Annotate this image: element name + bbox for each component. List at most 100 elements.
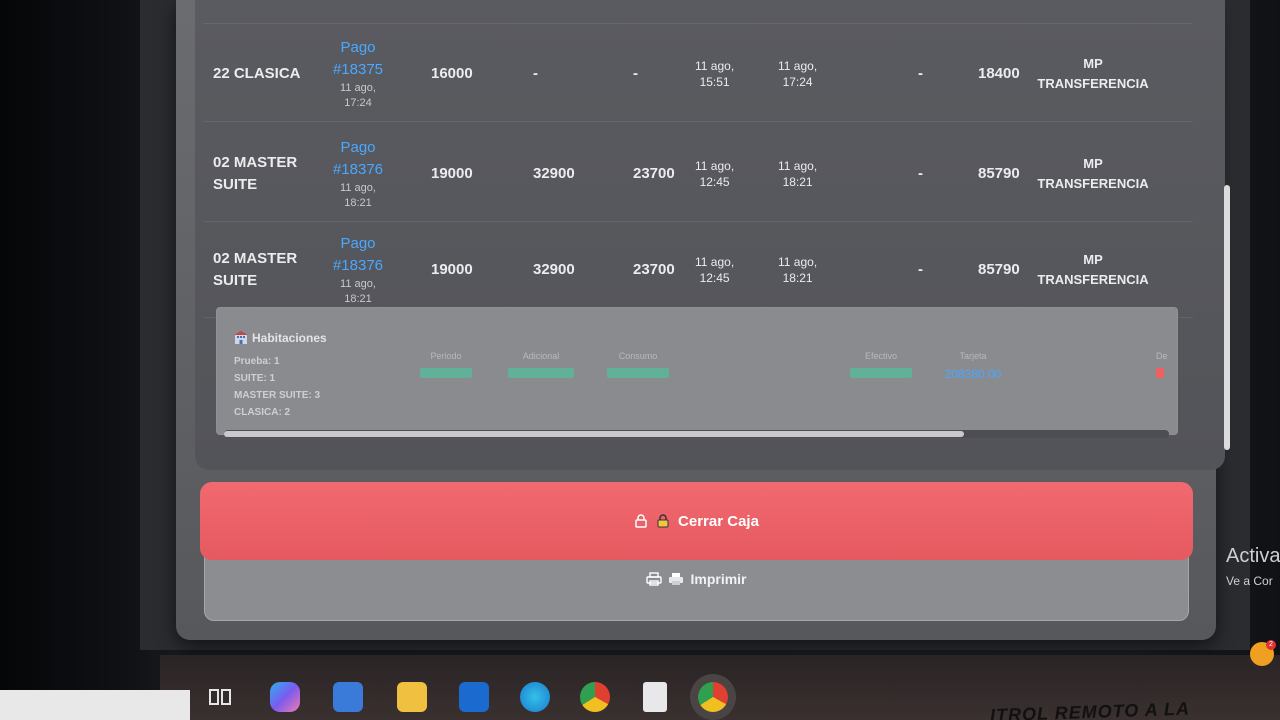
payment-type: TRANSFERENCIA: [1037, 271, 1149, 287]
room-cell: 02 MASTER SUITE: [203, 222, 323, 317]
extra-amount: -: [918, 261, 923, 278]
consumption-amount: 23700: [633, 261, 675, 278]
room-cell: 22 CLASICA: [203, 26, 323, 121]
stat-label: Efectivo: [864, 351, 897, 361]
chrome-active-icon[interactable]: [698, 682, 728, 712]
checkout-cell: 11 ago, 18:21: [778, 222, 817, 317]
stat-tarjeta: Tarjeta 208380.00: [928, 351, 1018, 381]
table-row: 02 MASTER SUITE Pago #18376 11 ago, 18:21…: [203, 126, 1193, 222]
list-item: SUITE: 1: [234, 373, 276, 384]
notification-icon[interactable]: 2: [1250, 640, 1276, 666]
checkout-date: 11 ago,: [778, 158, 818, 173]
lock-outline-icon: [634, 514, 648, 528]
chrome-icon[interactable]: [580, 682, 610, 712]
room-cell: 02 MASTER SUITE: [203, 126, 323, 221]
total-amount: 85790: [978, 165, 1020, 182]
period-amount: 19000: [431, 165, 473, 182]
stat-consumo: Consumo: [598, 351, 678, 381]
table-row: 02 MASTER SUITE Pago #18376 11 ago, 18:21…: [203, 222, 1193, 318]
checkout-cell: 11 ago, 18:21: [778, 126, 817, 221]
payment-type: TRANSFERENCIA: [1037, 75, 1149, 91]
additional-amount: 32900: [533, 165, 575, 182]
checkout-time: 17:24: [782, 74, 813, 89]
checkout-date: 11 ago,: [778, 58, 818, 73]
summary-title-text: Habitaciones: [252, 331, 327, 345]
payment-method-cell: MP TRANSFERENCIA: [1028, 126, 1158, 221]
checkout-date: 11 ago,: [778, 254, 818, 269]
payment-link[interactable]: Pago #18376: [328, 137, 388, 181]
file-explorer-icon[interactable]: [397, 682, 427, 712]
total-amount: 85790: [978, 261, 1020, 278]
list-item: Prueba: 1: [234, 356, 280, 367]
payment-method: MP: [1083, 55, 1103, 71]
stat-value: [501, 367, 581, 381]
additional-amount: -: [533, 65, 538, 82]
payment-date: 11 ago,: [340, 181, 376, 194]
hotel-icon: [234, 331, 248, 345]
lock-icon: [656, 514, 670, 528]
room-name: SUITE: [213, 175, 258, 193]
checkin-time: 12:45: [699, 174, 730, 189]
copilot-icon[interactable]: [270, 682, 300, 712]
checkin-time: 12:45: [699, 270, 730, 285]
room-name: SUITE: [213, 271, 258, 289]
payment-time: 17:24: [344, 96, 372, 109]
stat-value: [598, 367, 678, 381]
calculator-icon[interactable]: [333, 682, 363, 712]
outlook-icon[interactable]: [459, 682, 489, 712]
additional-amount: 32900: [533, 261, 575, 278]
payment-cell: Pago #18375 11 ago, 17:24: [323, 26, 393, 121]
task-view-icon[interactable]: [205, 682, 235, 712]
scrollbar-thumb[interactable]: [224, 431, 964, 437]
total-amount: 18400: [978, 65, 1020, 82]
consumption-amount: 23700: [633, 165, 675, 182]
checkin-date: 11 ago,: [695, 158, 735, 173]
list-item: CLASICA: 2: [234, 407, 291, 418]
stat-periodo: Periodo: [406, 351, 486, 381]
stat-value: 208380.00: [944, 367, 1002, 381]
close-cash-label: Cerrar Caja: [678, 512, 759, 530]
stat-label: De: [1156, 351, 1168, 361]
horizontal-scrollbar[interactable]: [224, 430, 1169, 438]
summary-title: Habitaciones: [234, 331, 327, 345]
summary-panel: Habitaciones Prueba: 1 SUITE: 1 MASTER S…: [216, 307, 1178, 435]
stat-value: [1156, 367, 1178, 381]
stat-adicional: Adicional: [501, 351, 581, 381]
consumption-amount: -: [633, 65, 638, 82]
edge-icon[interactable]: [520, 682, 550, 712]
table-row-partial: [203, 0, 1193, 24]
payment-link[interactable]: Pago #18376: [328, 233, 388, 277]
payment-cell: Pago #18376 11 ago, 18:21: [323, 126, 393, 221]
checkin-date: 11 ago,: [695, 254, 735, 269]
watermark-line1: Activa: [1226, 545, 1280, 567]
close-cash-button[interactable]: Cerrar Caja: [200, 482, 1193, 560]
stat-de: De: [1156, 351, 1178, 381]
checkout-cell: 11 ago, 17:24: [778, 26, 817, 121]
document-icon[interactable]: [643, 682, 667, 712]
print-label: Imprimir: [690, 571, 747, 587]
payment-type: TRANSFERENCIA: [1037, 175, 1149, 191]
payment-method: MP: [1083, 155, 1103, 171]
stat-efectivo: Efectivo: [841, 351, 921, 381]
printer-outline-icon: [646, 572, 663, 586]
period-amount: 16000: [431, 65, 473, 82]
payment-time: 18:21: [344, 196, 372, 209]
desk-surface: [0, 690, 190, 720]
room-name: 02 MASTER: [213, 153, 298, 171]
extra-amount: -: [918, 65, 923, 82]
payment-link[interactable]: Pago #18375: [328, 37, 388, 81]
payment-method-cell: MP TRANSFERENCIA: [1028, 222, 1158, 317]
windows-activation-watermark: Activa Ve a Cor: [1226, 545, 1280, 588]
checkin-cell: 11 ago, 12:45: [695, 126, 734, 221]
checkin-date: 11 ago,: [695, 58, 735, 73]
checkin-time: 15:51: [699, 74, 730, 89]
stat-label: Consumo: [618, 351, 658, 361]
payment-cell: Pago #18376 11 ago, 18:21: [323, 222, 393, 317]
stat-value: [841, 367, 921, 381]
notification-count: 2: [1266, 640, 1276, 650]
extra-amount: -: [918, 165, 923, 182]
payment-date: 11 ago,: [340, 277, 376, 290]
room-name: 02 MASTER: [213, 249, 298, 267]
vertical-scrollbar[interactable]: [1224, 185, 1230, 450]
stat-label: Adicional: [522, 351, 560, 361]
